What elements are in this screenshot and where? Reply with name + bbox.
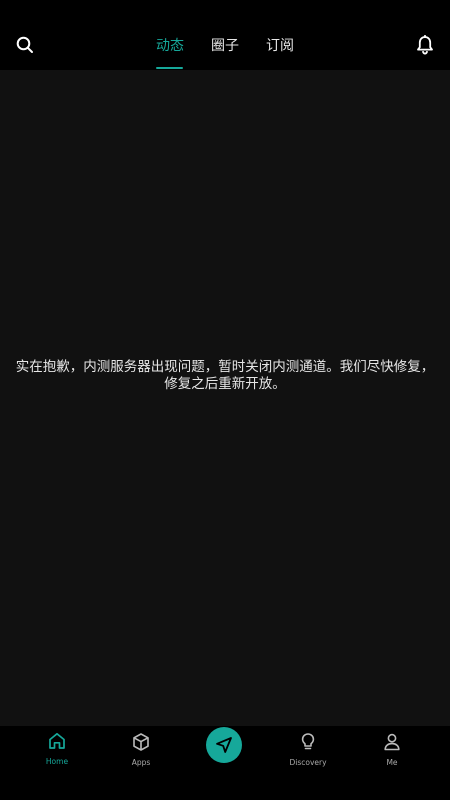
nav-home-label: Home <box>45 757 69 766</box>
user-icon <box>384 733 400 751</box>
nav-apps[interactable]: Apps <box>106 732 176 776</box>
maintenance-message: 实在抱歉，内测服务器出现问题，暂时关闭内测通道。我们尽快修复， 修复之后重新开放… <box>10 359 440 393</box>
bottom-navigation: Home Apps Discovery Me <box>0 726 450 800</box>
nav-discovery[interactable]: Discovery <box>273 732 343 776</box>
active-tab-indicator <box>156 67 183 69</box>
nav-me-label: Me <box>386 758 398 767</box>
bell-icon <box>417 35 433 55</box>
nav-home[interactable]: Home <box>22 731 92 775</box>
nav-discovery-label: Discovery <box>289 758 327 767</box>
navigation-arrow-icon <box>216 737 232 753</box>
top-bar: 动态 圈子 订阅 <box>0 0 450 70</box>
maintenance-message-line-1: 实在抱歉，内测服务器出现问题，暂时关闭内测通道。我们尽快修复， <box>15 359 435 375</box>
tab-circles[interactable]: 圈子 <box>205 35 245 57</box>
header-tabs: 动态 圈子 订阅 <box>0 0 450 70</box>
tab-dynamics[interactable]: 动态 <box>150 35 190 57</box>
nav-me[interactable]: Me <box>357 732 427 776</box>
send-button[interactable] <box>206 727 242 763</box>
nav-apps-label: Apps <box>131 758 151 767</box>
main-content: 实在抱歉，内测服务器出现问题，暂时关闭内测通道。我们尽快修复， 修复之后重新开放… <box>0 70 450 726</box>
tab-subscriptions[interactable]: 订阅 <box>260 35 300 57</box>
notifications-button[interactable] <box>410 30 440 60</box>
home-icon <box>49 732 65 749</box>
lightbulb-icon <box>301 733 315 750</box>
maintenance-message-line-2: 修复之后重新开放。 <box>164 376 286 392</box>
cube-icon <box>133 733 149 751</box>
